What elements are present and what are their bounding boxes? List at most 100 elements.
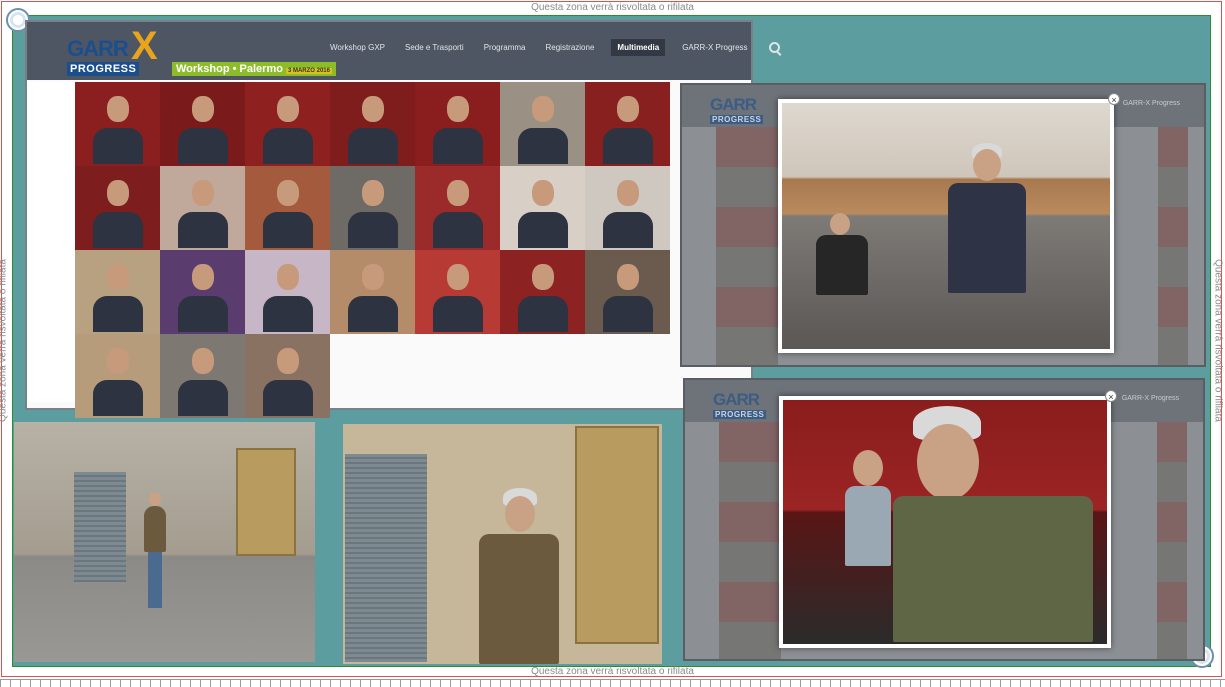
street-photo-left bbox=[14, 422, 315, 662]
gallery-photo-tile[interactable] bbox=[75, 82, 160, 166]
gallery-photo-tile[interactable] bbox=[500, 82, 585, 166]
wooden-door bbox=[575, 426, 659, 644]
site-header: GARR X PROGRESS Workshop • Palermo 3 MARZ… bbox=[27, 22, 780, 80]
photo-subject-body bbox=[263, 128, 313, 164]
gallery-photo-tile[interactable] bbox=[160, 334, 245, 418]
wooden-door bbox=[236, 448, 296, 556]
photo-subject-body bbox=[263, 212, 313, 248]
man-portrait-figure bbox=[473, 488, 563, 664]
gallery-photo-tile[interactable] bbox=[330, 166, 415, 250]
gallery-photo-tile[interactable] bbox=[585, 250, 670, 334]
photo-subject-head bbox=[362, 96, 384, 122]
photo-subject-head bbox=[362, 180, 384, 206]
crop-note-top: Questa zona verrà risvoltata o rifilata bbox=[531, 2, 694, 13]
nav-item-garr-x-progress[interactable]: GARR-X Progress bbox=[679, 39, 750, 56]
site-sidebar bbox=[27, 82, 75, 402]
close-icon[interactable]: × bbox=[1108, 93, 1120, 105]
gallery-photo-tile[interactable] bbox=[500, 250, 585, 334]
gallery-photo-tile[interactable] bbox=[245, 334, 330, 418]
lightbox-panel: GARR PROGRESS GARR-X Progress × bbox=[683, 378, 1205, 661]
lightbox-panel: GARR PROGRESS GARR-X Progress × bbox=[680, 83, 1206, 367]
gallery-photo-tile[interactable] bbox=[245, 250, 330, 334]
gallery-photo-tile[interactable] bbox=[245, 166, 330, 250]
gallery-photo-tile[interactable] bbox=[415, 250, 500, 334]
gallery-photo-tile[interactable] bbox=[75, 250, 160, 334]
nav-item-registrazione[interactable]: Registrazione bbox=[542, 39, 597, 56]
photo-subject-body bbox=[348, 296, 398, 332]
photo-subject-body bbox=[433, 212, 483, 248]
dimmed-gallery-strip bbox=[719, 422, 781, 659]
workshop-badge-dates: 3 MARZO 2016 bbox=[285, 68, 332, 74]
speaker-with-microphone bbox=[942, 143, 1032, 343]
photo-subject-body bbox=[178, 212, 228, 248]
photo-subject-body bbox=[93, 128, 143, 164]
photo-subject-head bbox=[107, 180, 129, 206]
photo-subject-head bbox=[617, 180, 639, 206]
gray-haired-man bbox=[893, 406, 1093, 642]
nav-item-sede-e-trasporti[interactable]: Sede e Trasporti bbox=[402, 39, 467, 56]
gallery-photo-tile[interactable] bbox=[500, 166, 585, 250]
crop-note-left: Questa zona verrà risvoltata o rifilata bbox=[0, 259, 9, 422]
photo-subject-body bbox=[178, 296, 228, 332]
crop-note-bottom: Questa zona verrà risvoltata o rifilata bbox=[531, 666, 694, 677]
photo-subject-head bbox=[277, 348, 299, 374]
photo-subject-body bbox=[93, 296, 143, 332]
photo-subject-head bbox=[617, 264, 639, 290]
gallery-photo-tile[interactable] bbox=[75, 334, 160, 418]
photo-subject-head bbox=[447, 264, 469, 290]
lightbox-photo-frame bbox=[778, 99, 1114, 353]
lightbox-photo-frame bbox=[779, 396, 1111, 648]
lightbox-nav-item: GARR-X Progress bbox=[1121, 395, 1179, 402]
shutter bbox=[74, 472, 126, 582]
photo-subject-head bbox=[107, 96, 129, 122]
gallery-photo-tile[interactable] bbox=[160, 82, 245, 166]
search-icon[interactable] bbox=[768, 42, 780, 53]
photo-subject-head bbox=[192, 264, 214, 290]
garr-x-progress-logo[interactable]: GARR X PROGRESS bbox=[67, 24, 177, 78]
main-nav: Workshop GXP Sede e Trasporti Programma … bbox=[327, 39, 780, 56]
nav-item-multimedia[interactable]: Multimedia bbox=[611, 39, 666, 56]
gallery-photo-tile[interactable] bbox=[585, 166, 670, 250]
lightbox-logo: GARR PROGRESS bbox=[713, 390, 767, 419]
photo-subject-head bbox=[107, 264, 129, 290]
photo-subject-body bbox=[178, 380, 228, 416]
logo-progress-text: PROGRESS bbox=[67, 62, 140, 76]
audience-closeup-photo bbox=[783, 400, 1107, 644]
photo-subject-body bbox=[518, 296, 568, 332]
photo-subject-head bbox=[532, 264, 554, 290]
lightbox-logo: GARR PROGRESS bbox=[710, 95, 764, 124]
photo-subject-head bbox=[532, 180, 554, 206]
photo-subject-body bbox=[348, 128, 398, 164]
audience-photo bbox=[782, 103, 1110, 349]
nav-item-programma[interactable]: Programma bbox=[481, 39, 529, 56]
dimmed-gallery-strip bbox=[1158, 127, 1188, 365]
logo-garr-text: GARR bbox=[67, 36, 129, 61]
close-icon[interactable]: × bbox=[1105, 390, 1117, 402]
lightbox-logo-garr: GARR bbox=[710, 95, 757, 114]
gallery-photo-tile[interactable] bbox=[330, 82, 415, 166]
dimmed-gallery-strip bbox=[1157, 422, 1187, 659]
photo-subject-head bbox=[617, 96, 639, 122]
lightbox-nav-item: GARR-X Progress bbox=[1122, 100, 1180, 107]
gallery-photo-tile[interactable] bbox=[245, 82, 330, 166]
gallery-photo-tile[interactable] bbox=[330, 250, 415, 334]
gallery-photo-tile[interactable] bbox=[415, 166, 500, 250]
photo-subject-body bbox=[348, 212, 398, 248]
gallery-photo-tile[interactable] bbox=[75, 166, 160, 250]
gallery-photo-tile[interactable] bbox=[415, 82, 500, 166]
gallery-photo-tile[interactable] bbox=[160, 166, 245, 250]
photo-subject-head bbox=[447, 180, 469, 206]
nav-item-workshop-gxp[interactable]: Workshop GXP bbox=[327, 39, 388, 56]
photo-subject-head bbox=[277, 264, 299, 290]
photo-gallery bbox=[75, 82, 671, 418]
photo-subject-head bbox=[107, 348, 129, 374]
photo-subject-body bbox=[178, 128, 228, 164]
photo-subject-head bbox=[362, 264, 384, 290]
shutter bbox=[345, 454, 427, 662]
photo-subject-body bbox=[263, 296, 313, 332]
gallery-photo-tile[interactable] bbox=[160, 250, 245, 334]
workshop-badge: Workshop • Palermo 3 MARZO 2016 bbox=[172, 62, 336, 76]
gallery-photo-tile[interactable] bbox=[585, 82, 670, 166]
young-man-background bbox=[843, 450, 893, 570]
photo-subject-head bbox=[192, 348, 214, 374]
